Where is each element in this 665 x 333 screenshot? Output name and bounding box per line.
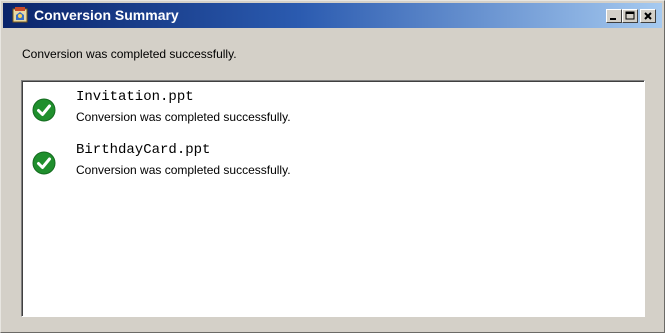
close-button[interactable] <box>640 9 656 23</box>
check-circle-icon <box>32 98 56 122</box>
title-bar[interactable]: Conversion Summary <box>3 3 662 28</box>
list-item[interactable]: Invitation.ppt Conversion was completed … <box>22 89 622 133</box>
file-status: Conversion was completed successfully. <box>76 163 291 177</box>
conversion-summary-window: Conversion Summary Conversion was comple… <box>0 0 665 333</box>
close-icon <box>644 12 652 20</box>
app-icon <box>11 6 29 24</box>
list-item[interactable]: BirthdayCard.ppt Conversion was complete… <box>22 142 622 186</box>
minimize-icon <box>610 18 616 20</box>
file-name: BirthdayCard.ppt <box>76 142 211 158</box>
minimize-button[interactable] <box>606 9 622 23</box>
window-title: Conversion Summary <box>34 7 179 23</box>
maximize-button[interactable] <box>622 9 638 23</box>
summary-message: Conversion was completed successfully. <box>22 47 237 61</box>
file-status: Conversion was completed successfully. <box>76 110 291 124</box>
results-list[interactable]: Invitation.ppt Conversion was completed … <box>21 80 645 317</box>
maximize-icon <box>625 11 635 20</box>
file-name: Invitation.ppt <box>76 89 194 105</box>
check-circle-icon <box>32 151 56 175</box>
